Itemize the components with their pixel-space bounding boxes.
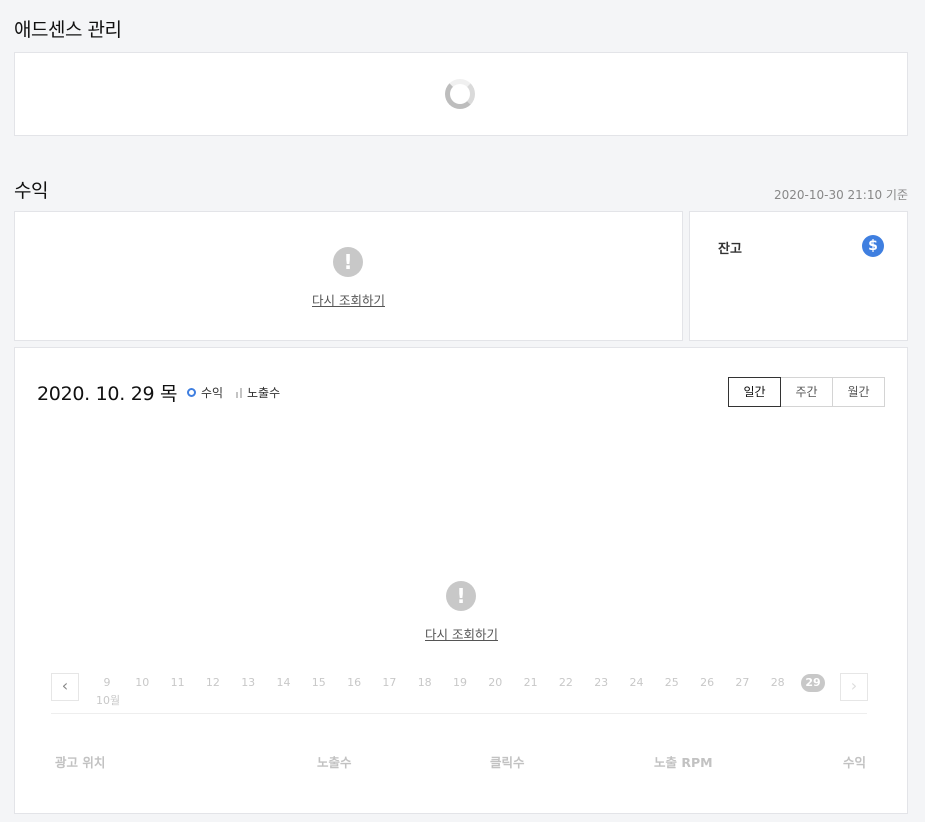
date-item[interactable]: 15 [304,674,334,692]
dollar-icon: $ [862,235,884,257]
table-header-rpm: 노출 RPM [654,755,713,770]
date-item[interactable]: 12 [198,674,228,692]
toggle-monthly[interactable]: 월간 [832,377,885,407]
date-item[interactable]: 17 [374,674,404,692]
chart-card: 2020. 10. 29 목 수익 노출수 일간 주간 월간 ! 다시 조회하기… [14,347,908,814]
date-item[interactable]: 20 [480,674,510,692]
date-item[interactable]: 18 [410,674,440,692]
date-item[interactable]: 21 [516,674,546,692]
legend-revenue: 수익 [187,384,223,401]
table-header-revenue: 수익 [843,755,867,770]
table-header-clicks: 클릭수 [490,755,525,770]
date-item[interactable]: 14 [269,674,299,692]
bar-chart-icon [236,387,242,398]
circle-icon [187,388,196,397]
date-item[interactable]: 10 [127,674,157,692]
retry-link[interactable]: 다시 조회하기 [312,290,385,309]
date-item[interactable]: 23 [586,674,616,692]
date-item[interactable]: 24 [622,674,652,692]
legend-impressions-label: 노출수 [247,386,281,400]
date-item[interactable]: 28 [763,674,793,692]
date-item[interactable]: 13 [233,674,263,692]
date-item[interactable]: 9 [92,674,122,692]
date-item[interactable]: 16 [339,674,369,692]
period-toggle-group: 일간 주간 월간 [728,377,885,407]
balance-label: 잔고 [718,242,742,257]
exclamation-icon: ! [446,581,476,611]
revenue-error-card: ! 다시 조회하기 [14,211,683,341]
table-header-ad-position: 광고 위치 [55,755,106,770]
chevron-right-icon[interactable]: › [840,673,868,701]
toggle-weekly[interactable]: 주간 [780,377,833,407]
adsense-section-title: 애드센스 관리 [14,19,122,41]
date-item[interactable]: 19 [445,674,475,692]
date-item[interactable]: 26 [692,674,722,692]
legend-revenue-label: 수익 [201,386,224,400]
revenue-timestamp: 2020-10-30 21:10 기준 [773,188,908,202]
date-item[interactable]: 11 [163,674,193,692]
date-item[interactable]: 27 [727,674,757,692]
date-strip: 9 10 11 12 13 14 15 16 17 18 19 20 21 22 23 24 25 26 27 28 2… [90,674,850,694]
chart-date: 2020. 10. 29 목 [37,383,178,405]
loading-spinner-icon [445,79,475,109]
chevron-left-icon[interactable]: ‹ [51,673,79,701]
table-header-impressions: 노출수 [317,755,352,770]
exclamation-icon: ! [333,247,363,277]
date-item[interactable]: 22 [551,674,581,692]
revenue-section-title: 수익 [14,180,48,202]
toggle-daily[interactable]: 일간 [728,377,781,407]
balance-card: 잔고 $ [689,211,908,341]
legend-impressions: 노출수 [236,384,280,401]
divider [51,713,867,714]
date-item[interactable]: 25 [657,674,687,692]
date-item-selected[interactable]: 29 [801,674,825,692]
chart-retry-link[interactable]: 다시 조회하기 [425,624,498,643]
month-label: 10월 [96,694,121,707]
